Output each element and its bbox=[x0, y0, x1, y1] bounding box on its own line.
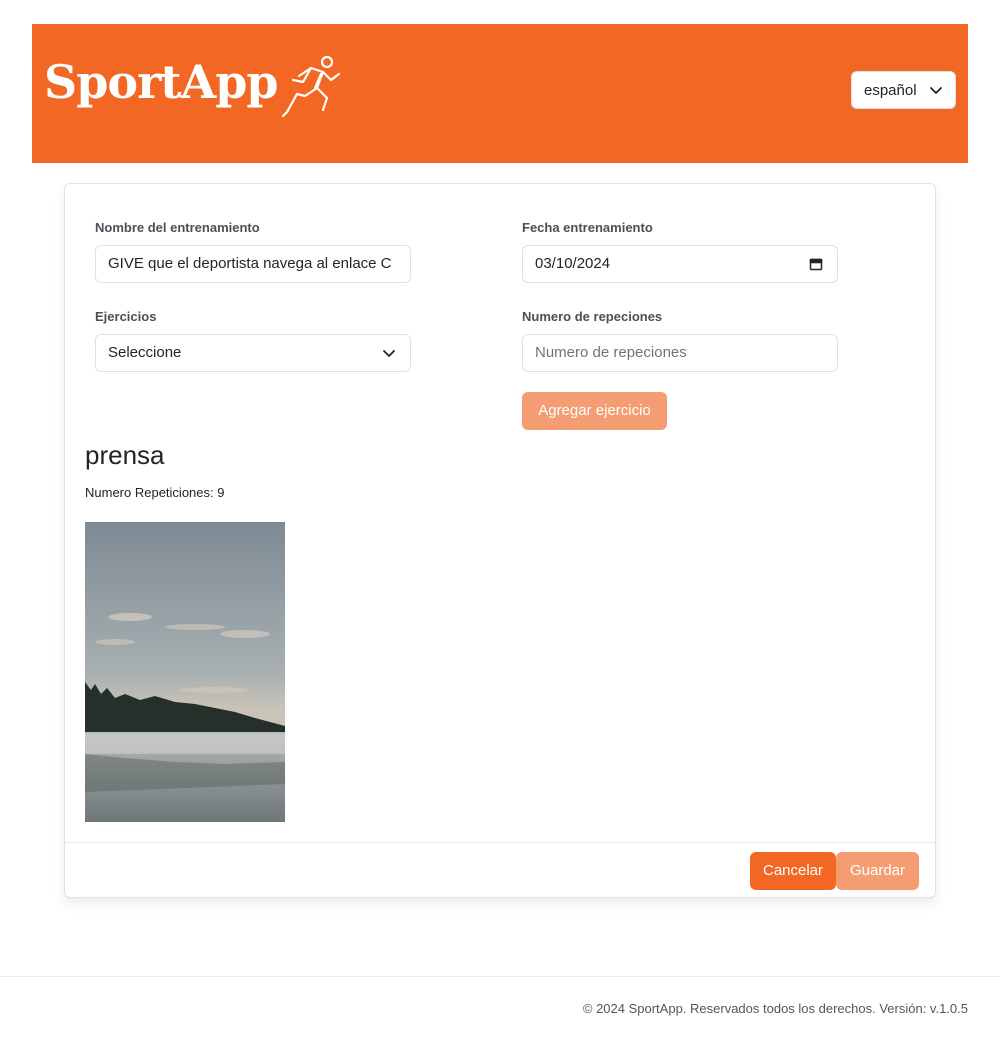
training-date-input[interactable]: 03/10/2024 bbox=[522, 245, 838, 283]
exercises-label: Ejercicios bbox=[95, 309, 157, 324]
logo-text: SportApp bbox=[44, 55, 279, 109]
training-name-label: Nombre del entrenamiento bbox=[95, 220, 260, 235]
save-button[interactable]: Guardar bbox=[836, 852, 919, 890]
exercise-image bbox=[85, 522, 285, 822]
cancel-button[interactable]: Cancelar bbox=[750, 852, 836, 890]
reps-input[interactable]: Numero de repeciones bbox=[522, 334, 838, 372]
exercise-reps: Numero Repeticiones: 9 bbox=[85, 485, 225, 500]
footer-divider bbox=[0, 976, 1000, 977]
chevron-down-icon bbox=[930, 87, 942, 94]
training-name-input[interactable]: GIVE que el deportista navega al enlace … bbox=[95, 245, 411, 283]
add-exercise-button[interactable]: Agregar ejercicio bbox=[522, 392, 667, 430]
language-select[interactable]: español bbox=[851, 71, 956, 109]
exercises-select-value: Seleccione bbox=[108, 344, 182, 361]
footer-copyright: © 2024 SportApp. Reservados todos los de… bbox=[582, 1001, 968, 1016]
language-value: español bbox=[864, 82, 917, 99]
calendar-icon[interactable] bbox=[809, 257, 823, 271]
exercises-select[interactable]: Seleccione bbox=[95, 334, 411, 372]
chevron-down-icon bbox=[383, 350, 395, 357]
runner-icon bbox=[281, 55, 341, 118]
app-header: SportApp español bbox=[32, 24, 968, 163]
training-date-label: Fecha entrenamiento bbox=[522, 220, 653, 235]
training-date-value: 03/10/2024 bbox=[535, 255, 611, 272]
reps-label: Numero de repeciones bbox=[522, 309, 663, 324]
exercise-title: prensa bbox=[85, 440, 165, 470]
card-footer: Cancelar Guardar bbox=[65, 842, 935, 898]
training-form-card: Nombre del entrenamiento GIVE que el dep… bbox=[64, 183, 936, 898]
